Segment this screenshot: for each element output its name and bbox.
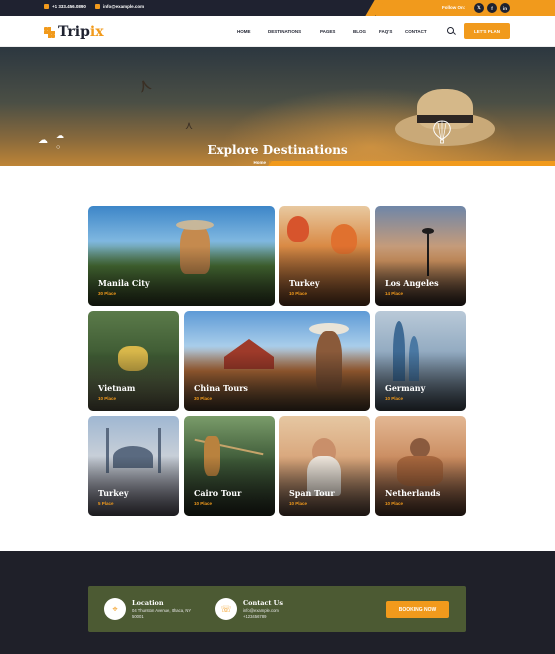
destination-count: 10 Place	[385, 501, 404, 506]
top-bar-accent	[376, 0, 555, 16]
destination-name: Germany	[385, 383, 426, 393]
bird-icon: ⋏	[185, 120, 194, 132]
linkedin-icon[interactable]: in	[500, 3, 510, 13]
page-hero: ⋏ ⋏ ☁ ☁ ○ Explore Destinations Home//Des…	[0, 47, 555, 171]
destination-count: 10 Place	[289, 501, 308, 506]
destination-count: 10 Place	[385, 396, 404, 401]
mail-icon	[95, 4, 100, 9]
contact-title: Contact Us	[243, 599, 283, 607]
balloon-icon	[433, 120, 451, 144]
lets-plan-button[interactable]: LET'S PLAN	[464, 23, 510, 39]
destination-name: Turkey	[289, 278, 320, 288]
destination-card-vietnam[interactable]: Vietnam 10 Place	[88, 311, 179, 411]
page-title: Explore Destinations	[207, 143, 348, 157]
destination-name: Span Tour	[289, 488, 335, 498]
nav-pages[interactable]: PAGES	[320, 29, 335, 34]
destination-name: Manila City	[98, 278, 150, 288]
follow-label: Follow On:	[442, 5, 466, 10]
logo-mark-icon	[44, 26, 55, 38]
destination-count: 10 Place	[98, 396, 117, 401]
search-icon[interactable]	[447, 27, 454, 34]
destination-name: Vietnam	[98, 383, 136, 393]
destination-count: 5 Place	[98, 501, 114, 506]
logo-text: Tripix	[58, 24, 104, 40]
phone-icon	[44, 4, 49, 9]
location-pin-icon: ⌖	[104, 598, 126, 620]
destination-card-span-tour[interactable]: Span Tour 10 Place	[279, 416, 370, 516]
location-zip: 50001	[132, 614, 144, 619]
location-title: Location	[132, 599, 164, 607]
destination-card-manila[interactable]: Manila City 30 Place	[88, 206, 275, 306]
destination-card-netherlands[interactable]: Netherlands 10 Place	[375, 416, 466, 516]
destination-count: 10 Place	[289, 291, 308, 296]
destination-name: Netherlands	[385, 488, 441, 498]
destination-card-turkey[interactable]: Turkey 10 Place	[279, 206, 370, 306]
logo[interactable]: Tripix	[44, 24, 104, 40]
phone-number: +1 333.456.0890	[52, 4, 86, 9]
email-address: info@example.com	[103, 4, 145, 9]
main-navbar: Tripix HOME DESTINATIONS PAGES BLOG FAQ'…	[0, 16, 555, 47]
cloud-icon: ☁	[56, 131, 64, 140]
destination-count: 14 Place	[385, 291, 404, 296]
destination-count: 10 Place	[194, 501, 213, 506]
facebook-icon[interactable]: f	[487, 3, 497, 13]
nav-home[interactable]: HOME	[237, 29, 251, 34]
destination-name: Los Angeles	[385, 278, 439, 288]
location-address: 04 Thurston Avenue, Ithaca, NY	[132, 608, 192, 613]
x-icon[interactable]: 𝕏	[474, 3, 484, 13]
phone-contact-icon: ☏	[215, 598, 237, 620]
nav-destinations[interactable]: DESTINATIONS	[268, 29, 301, 34]
destination-count: 30 Place	[98, 291, 117, 296]
destination-name: Turkey	[98, 488, 129, 498]
booking-now-button[interactable]: BOOKING NOW	[386, 601, 449, 618]
destination-card-turkey-2[interactable]: Turkey 5 Place	[88, 416, 179, 516]
email-contact[interactable]: info@example.com	[95, 4, 144, 9]
nav-blog[interactable]: BLOG	[353, 29, 366, 34]
contact-email[interactable]: info@example.com	[243, 608, 279, 613]
contact-phone[interactable]: +123456789	[243, 614, 266, 619]
destination-count: 30 Place	[194, 396, 213, 401]
phone-contact[interactable]: +1 333.456.0890	[44, 4, 86, 9]
nav-faqs[interactable]: FAQ'S	[379, 29, 392, 34]
destination-card-china-tours[interactable]: China Tours 30 Place	[184, 311, 370, 411]
destination-card-los-angeles[interactable]: Los Angeles 14 Place	[375, 206, 466, 306]
destination-name: Cairo Tour	[194, 488, 242, 498]
destination-card-germany[interactable]: Germany 10 Place	[375, 311, 466, 411]
destination-card-cairo-tour[interactable]: Cairo Tour 10 Place	[184, 416, 275, 516]
breadcrumb-home[interactable]: Home	[253, 160, 266, 165]
nav-contact[interactable]: CONTACT	[405, 29, 427, 34]
bird-icon: ⋏	[134, 73, 155, 97]
destination-name: China Tours	[194, 383, 248, 393]
